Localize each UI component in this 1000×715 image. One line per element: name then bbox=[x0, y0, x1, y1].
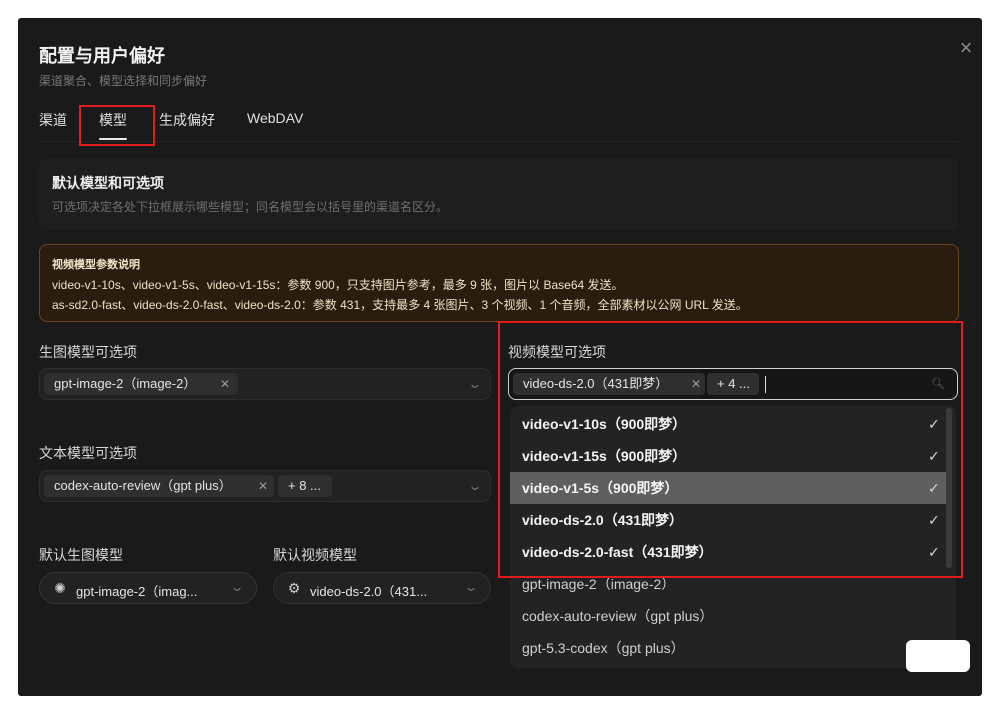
default-models-card bbox=[39, 158, 959, 230]
model-chip: gpt-image-2（image-2） ✕ bbox=[44, 373, 238, 395]
notice-title: 视频模型参数说明 bbox=[52, 259, 140, 271]
text-caret bbox=[765, 376, 766, 393]
check-icon: ✓ bbox=[928, 480, 940, 496]
default-video-value: video-ds-2.0（431... bbox=[310, 584, 428, 599]
option-label: video-v1-10s（900即梦） bbox=[522, 416, 687, 432]
notice-line-1: video-v1-10s、video-v1-5s、video-v1-15s：参数… bbox=[52, 278, 624, 292]
chip-icon: ⚙ bbox=[287, 580, 301, 596]
option-label: video-ds-2.0-fast（431即梦） bbox=[522, 544, 713, 560]
video-models-field[interactable]: video-ds-2.0（431即梦） ✕ + 4 ... 🔍︎ bbox=[508, 368, 958, 400]
dialog-title: 配置与用户偏好 bbox=[39, 46, 165, 66]
option-label: video-ds-2.0（431即梦） bbox=[522, 512, 684, 528]
chevron-down-icon: ⌄ bbox=[229, 580, 245, 594]
default-video-label: 默认视频模型 bbox=[273, 547, 357, 563]
default-video-select[interactable]: ⚙ video-ds-2.0（431... ⌄ bbox=[273, 572, 491, 604]
check-icon: ✓ bbox=[928, 544, 940, 560]
close-icon[interactable]: × bbox=[955, 37, 977, 60]
tab-models[interactable]: 模型 bbox=[99, 110, 127, 140]
default-image-label: 默认生图模型 bbox=[39, 547, 123, 563]
dropdown-option[interactable]: video-ds-2.0-fast（431即梦） ✓ bbox=[510, 536, 950, 568]
dropdown-option[interactable]: video-v1-5s（900即梦） ✓ bbox=[510, 472, 950, 504]
dropdown-option[interactable]: gpt-5.3-codex（gpt plus） bbox=[510, 632, 950, 664]
check-icon: ✓ bbox=[928, 512, 940, 528]
check-icon: ✓ bbox=[928, 448, 940, 464]
chevron-down-icon[interactable]: ⌄ bbox=[467, 377, 482, 391]
dropdown-option[interactable]: gpt-image-2（image-2） bbox=[510, 568, 950, 600]
dropdown-option[interactable]: video-v1-10s（900即梦） ✓ bbox=[510, 408, 950, 440]
tab-webdav[interactable]: WebDAV bbox=[247, 110, 303, 126]
option-label: gpt-5.3-codex（gpt plus） bbox=[522, 640, 685, 656]
chip-label: gpt-image-2（image-2） bbox=[54, 376, 197, 391]
default-image-value: gpt-image-2（imag... bbox=[76, 584, 198, 599]
chip-label: video-ds-2.0（431即梦） bbox=[523, 376, 669, 391]
remove-chip-icon[interactable]: ✕ bbox=[691, 373, 701, 395]
dropdown-option[interactable]: video-v1-15s（900即梦） ✓ bbox=[510, 440, 950, 472]
option-label: video-v1-15s（900即梦） bbox=[522, 448, 687, 464]
chip-label: codex-auto-review（gpt plus） bbox=[54, 478, 232, 493]
image-models-field[interactable]: gpt-image-2（image-2） ✕ ⌄ bbox=[39, 368, 491, 400]
video-models-label: 视频模型可选项 bbox=[508, 344, 606, 360]
video-models-dropdown: video-v1-10s（900即梦） ✓ video-v1-15s（900即梦… bbox=[510, 406, 956, 668]
option-label: codex-auto-review（gpt plus） bbox=[522, 608, 714, 624]
save-button[interactable] bbox=[906, 640, 970, 672]
card-description: 可选项决定各处下拉框展示哪些模型；同名模型会以括号里的渠道名区分。 bbox=[52, 200, 449, 214]
chevron-down-icon: ⌄ bbox=[463, 580, 479, 594]
text-models-label: 文本模型可选项 bbox=[39, 445, 137, 461]
model-chip: codex-auto-review（gpt plus） ✕ bbox=[44, 475, 274, 497]
search-icon: 🔍︎ bbox=[931, 378, 945, 390]
more-chip[interactable]: + 8 ... bbox=[278, 475, 332, 497]
card-title: 默认模型和可选项 bbox=[52, 175, 164, 191]
dropdown-option[interactable]: codex-auto-review（gpt plus） bbox=[510, 600, 950, 632]
remove-chip-icon[interactable]: ✕ bbox=[258, 475, 268, 497]
text-models-field[interactable]: codex-auto-review（gpt plus） ✕ + 8 ... ⌄ bbox=[39, 470, 491, 502]
openai-icon: ✺ bbox=[54, 580, 66, 596]
more-chip[interactable]: + 4 ... bbox=[707, 373, 759, 395]
dropdown-scrollbar[interactable] bbox=[946, 408, 952, 568]
dialog-subtitle: 渠道聚合、模型选择和同步偏好 bbox=[39, 74, 208, 88]
tab-channels[interactable]: 渠道 bbox=[39, 110, 67, 130]
image-models-label: 生图模型可选项 bbox=[39, 344, 137, 360]
chevron-down-icon[interactable]: ⌄ bbox=[467, 479, 482, 493]
notice-line-2: as-sd2.0-fast、video-ds-2.0-fast、video-ds… bbox=[52, 298, 748, 312]
option-label: video-v1-5s（900即梦） bbox=[522, 480, 679, 496]
check-icon: ✓ bbox=[928, 416, 940, 432]
option-label: gpt-image-2（image-2） bbox=[522, 576, 676, 592]
tab-divider bbox=[39, 141, 959, 142]
default-image-select[interactable]: ✺ gpt-image-2（imag... ⌄ bbox=[39, 572, 257, 604]
dropdown-option[interactable]: video-ds-2.0（431即梦） ✓ bbox=[510, 504, 950, 536]
model-chip: video-ds-2.0（431即梦） ✕ bbox=[513, 373, 705, 395]
tab-generation-prefs[interactable]: 生成偏好 bbox=[159, 110, 215, 130]
remove-chip-icon[interactable]: ✕ bbox=[220, 373, 230, 395]
